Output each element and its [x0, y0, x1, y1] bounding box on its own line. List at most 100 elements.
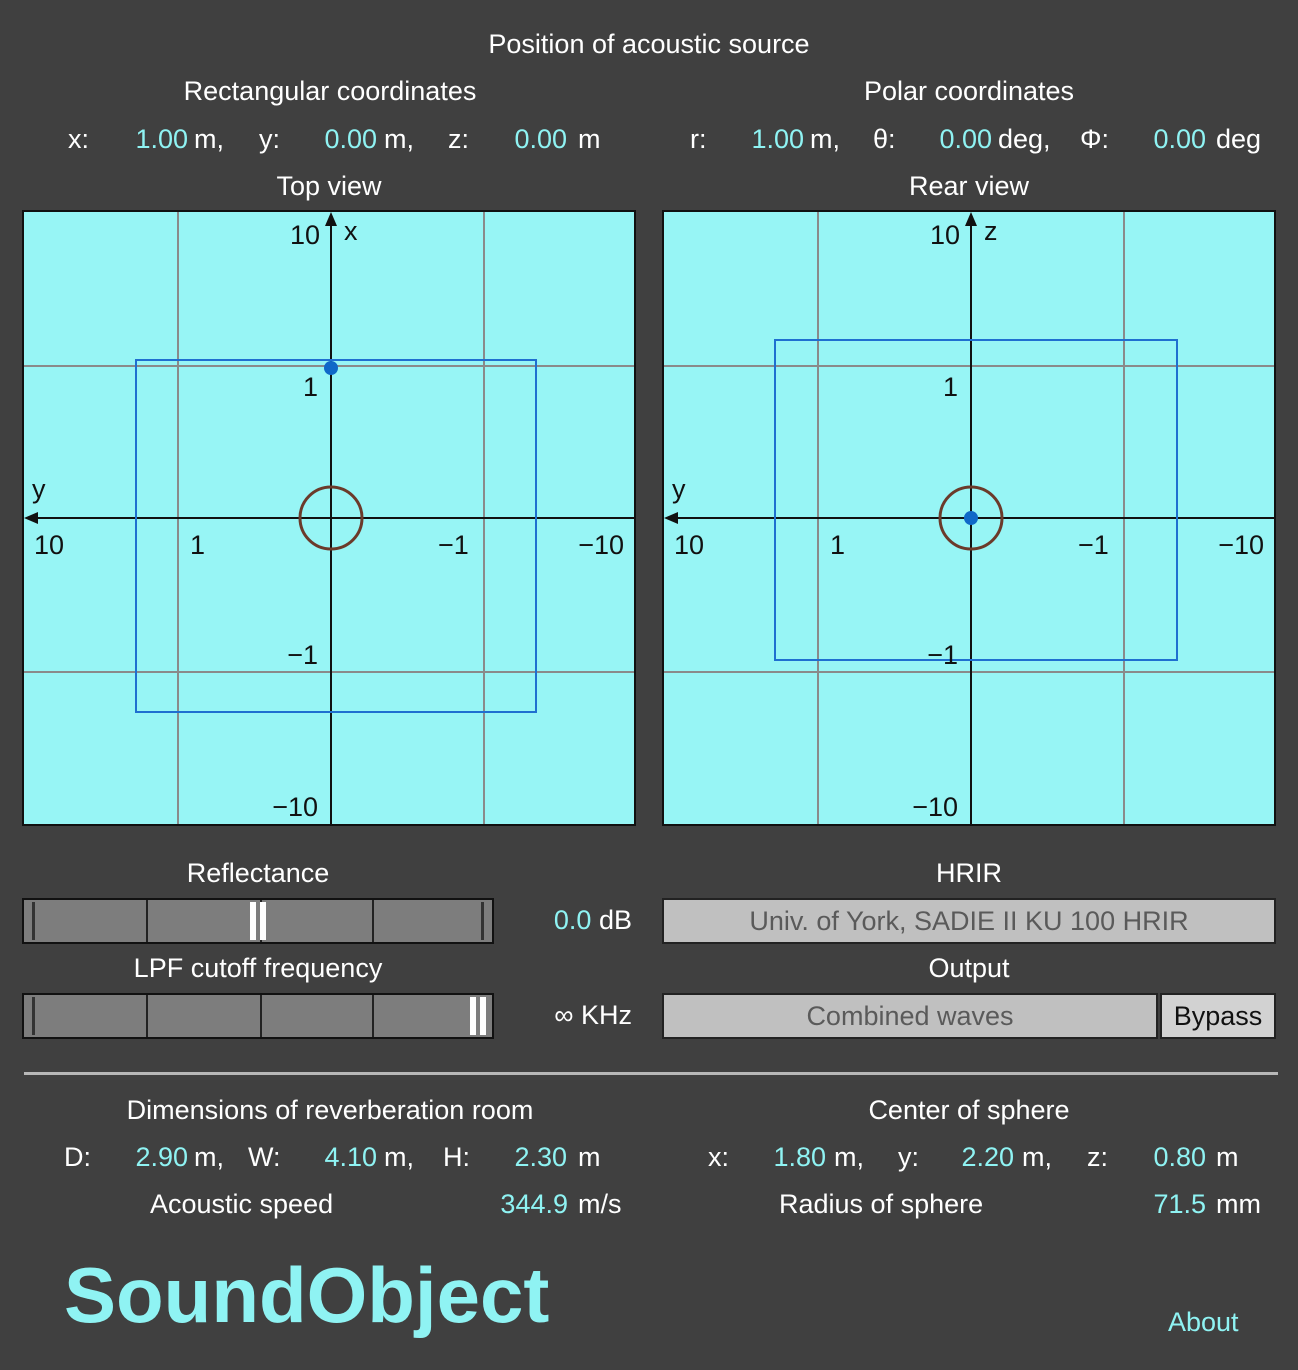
tick-right-1: −1	[1078, 530, 1109, 560]
tick-1: 1	[303, 372, 318, 402]
lpf-slider[interactable]	[22, 993, 494, 1039]
rect-y-unit: m,	[384, 124, 414, 154]
polar-theta-unit: deg,	[998, 124, 1051, 154]
polar-r-unit: m,	[810, 124, 840, 154]
h-axis-label: y	[672, 474, 686, 504]
output-label: Output	[928, 953, 1010, 983]
tick-right: −10	[1218, 530, 1264, 560]
room-h-label: H:	[443, 1142, 470, 1172]
about-link[interactable]: About	[1168, 1307, 1239, 1338]
room-w-label: W:	[248, 1142, 281, 1172]
section-divider	[24, 1072, 1278, 1075]
rear-view-heading: Rear view	[908, 171, 1030, 201]
y-axis-arrow-icon	[664, 512, 678, 524]
output-select[interactable]: Combined waves	[662, 993, 1158, 1039]
slider-division	[260, 995, 262, 1037]
y-axis-arrow-icon	[24, 512, 38, 524]
source-marker[interactable]	[324, 361, 338, 375]
rect-heading: Rectangular coordinates	[183, 76, 477, 106]
tick-bottom: −10	[272, 792, 318, 822]
rect-x-unit: m,	[194, 124, 224, 154]
sphere-z-value[interactable]: 0.80	[1128, 1142, 1206, 1172]
polar-theta-value[interactable]: 0.00	[914, 124, 992, 154]
lpf-label: LPF cutoff frequency	[133, 953, 383, 983]
tick-bottom: −10	[912, 792, 958, 822]
hrir-label: HRIR	[936, 858, 1002, 888]
speed-label: Acoustic speed	[150, 1189, 334, 1219]
radius-unit: mm	[1216, 1189, 1261, 1219]
app-logo: SoundObject	[64, 1251, 550, 1339]
x-axis-arrow-icon	[325, 212, 337, 226]
bypass-button[interactable]: Bypass	[1160, 993, 1276, 1039]
tick-right: −10	[578, 530, 624, 560]
tick-minus-1: −1	[287, 640, 318, 670]
room-w-unit: m,	[384, 1142, 414, 1172]
tick-top: 10	[930, 220, 960, 250]
reflectance-readout: 0.0 dB	[510, 905, 632, 935]
room-w-value[interactable]: 4.10	[299, 1142, 377, 1172]
h-axis-label: y	[32, 474, 46, 504]
top-view-heading: Top view	[276, 171, 382, 201]
speed-value[interactable]: 344.9	[470, 1189, 568, 1219]
tick-left-1: 1	[190, 530, 205, 560]
polar-heading: Polar coordinates	[863, 76, 1075, 106]
sphere-x-label: x:	[708, 1142, 730, 1172]
tick-right-1: −1	[438, 530, 469, 560]
rear-view-plot[interactable]: z y 10 1 −1 −10 10 1 −1 −10	[662, 210, 1276, 826]
slider-edge	[481, 902, 484, 940]
z-axis-arrow-icon	[965, 212, 977, 226]
polar-phi-label: Φ:	[1080, 124, 1110, 154]
v-axis-label: x	[344, 216, 358, 246]
rect-y-value[interactable]: 0.00	[299, 124, 377, 154]
tick-top: 10	[290, 220, 320, 250]
room-h-unit: m	[578, 1142, 601, 1172]
tick-left-1: 1	[830, 530, 845, 560]
sphere-y-value[interactable]: 2.20	[936, 1142, 1014, 1172]
room-d-value[interactable]: 2.90	[110, 1142, 188, 1172]
top-view-plot[interactable]: x y 10 1 −1 −10 10 1 −1 −10	[22, 210, 636, 826]
slider-edge	[32, 902, 35, 940]
slider-edge	[32, 997, 35, 1035]
radius-label: Radius of sphere	[779, 1189, 984, 1219]
room-h-value[interactable]: 2.30	[489, 1142, 567, 1172]
tick-1: 1	[943, 372, 958, 402]
polar-phi-value[interactable]: 0.00	[1128, 124, 1206, 154]
room-heading: Dimensions of reverberation room	[126, 1095, 534, 1125]
polar-theta-label: θ:	[873, 124, 896, 154]
axes	[32, 222, 634, 824]
slider-division	[146, 995, 148, 1037]
radius-value[interactable]: 71.5	[1118, 1189, 1206, 1219]
speed-unit: m/s	[578, 1189, 622, 1219]
slider-division	[146, 900, 148, 942]
sphere-x-value[interactable]: 1.80	[748, 1142, 826, 1172]
reflectance-slider-thumb[interactable]	[248, 902, 268, 940]
slider-division	[372, 995, 374, 1037]
room-outline	[774, 339, 1178, 661]
rect-x-value[interactable]: 1.00	[110, 124, 188, 154]
reflectance-slider[interactable]	[22, 898, 494, 944]
tick-minus-1: −1	[927, 640, 958, 670]
sphere-x-unit: m,	[834, 1142, 864, 1172]
v-axis-label: z	[984, 216, 998, 246]
sphere-z-label: z:	[1087, 1142, 1109, 1172]
lpf-readout: ∞ KHz	[510, 1000, 632, 1030]
rect-z-unit: m	[578, 124, 601, 154]
slider-division	[372, 900, 374, 942]
lpf-unit: KHz	[580, 1000, 632, 1030]
polar-r-value[interactable]: 1.00	[726, 124, 804, 154]
reflectance-label: Reflectance	[186, 858, 330, 888]
lpf-value: ∞	[554, 1000, 574, 1030]
rect-y-label: y:	[259, 124, 281, 154]
tick-left: 10	[34, 530, 64, 560]
rect-z-value[interactable]: 0.00	[489, 124, 567, 154]
hrir-select[interactable]: Univ. of York, SADIE II KU 100 HRIR	[662, 898, 1276, 944]
reflectance-unit: dB	[598, 905, 632, 935]
polar-r-label: r:	[690, 124, 707, 154]
rect-z-label: z:	[448, 124, 470, 154]
lpf-slider-thumb[interactable]	[468, 997, 488, 1035]
sphere-z-unit: m	[1216, 1142, 1239, 1172]
sphere-y-label: y:	[898, 1142, 920, 1172]
source-marker[interactable]	[964, 511, 978, 525]
sphere-y-unit: m,	[1022, 1142, 1052, 1172]
page-title: Position of acoustic source	[488, 29, 810, 59]
